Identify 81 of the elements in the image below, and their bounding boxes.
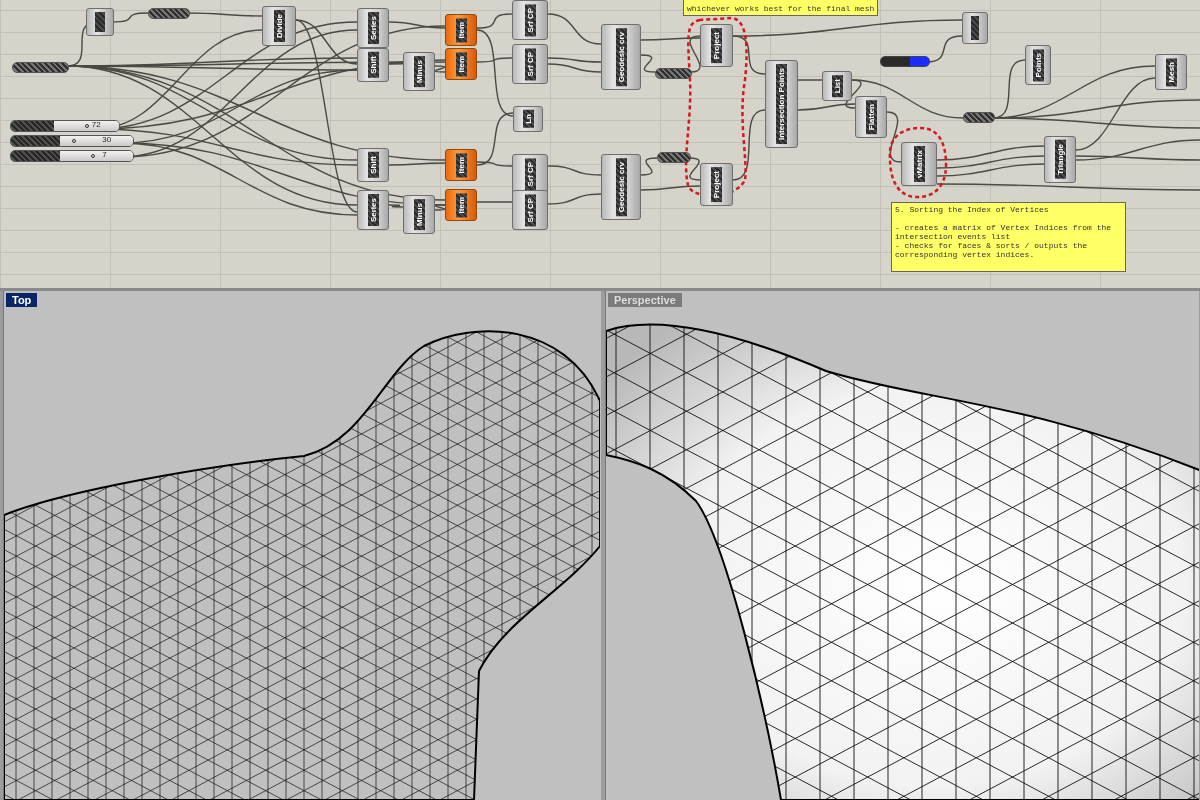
component-node[interactable]: Intersection Points <box>765 60 798 148</box>
component-label: Project <box>711 167 722 203</box>
component-label: Divide <box>273 10 285 42</box>
wire <box>547 193 602 205</box>
wire <box>797 79 823 81</box>
parameter-node[interactable] <box>12 62 69 73</box>
component-node[interactable]: Srf CP <box>512 44 548 85</box>
component-node[interactable]: Minus <box>403 52 435 92</box>
component-label: Item <box>455 18 467 43</box>
component-label: Geodesic crv <box>615 158 627 217</box>
parameter-node[interactable] <box>148 8 190 19</box>
component-label: Ln <box>522 110 534 128</box>
colour-swatch-node[interactable] <box>880 56 930 67</box>
component-label: Srf CP <box>524 158 536 191</box>
component-label: Item <box>455 193 467 218</box>
wire <box>640 157 658 176</box>
parameter-node[interactable] <box>657 152 691 163</box>
component-label: Srf CP <box>524 48 536 81</box>
note-text: - checks for faces & sorts / outputs the <box>895 241 1089 250</box>
parameter-node[interactable] <box>963 112 995 123</box>
component-node[interactable]: Series <box>357 190 389 231</box>
component-node[interactable]: Geodesic crv <box>601 24 641 91</box>
component-node[interactable] <box>86 8 114 36</box>
component-node[interactable]: Project <box>700 163 733 207</box>
component-node[interactable]: Project <box>700 24 733 68</box>
component-label: Geodesic crv <box>615 28 627 87</box>
note-text: intersection events list <box>895 232 1012 241</box>
component-label: List <box>831 75 843 98</box>
wire <box>547 165 602 176</box>
component-label: Series <box>367 194 379 227</box>
component-label: Flatten <box>865 100 877 135</box>
wire <box>476 201 513 203</box>
component-node[interactable]: List <box>822 71 852 102</box>
component-label: Item <box>455 153 467 178</box>
wire <box>732 109 766 181</box>
component-node[interactable]: Series <box>357 8 389 49</box>
component-label: Triangle <box>1054 140 1066 179</box>
component-label: Srf CP <box>524 194 536 227</box>
component-node[interactable]: Triangle <box>1044 136 1076 183</box>
wire <box>688 157 701 181</box>
component-node[interactable]: Divide <box>262 6 296 46</box>
component-label: Series <box>367 12 379 45</box>
component-node[interactable]: Minus <box>403 195 435 235</box>
note-text: corresponding vertex indices. <box>895 250 1036 259</box>
component-node[interactable]: Item <box>445 149 477 182</box>
component-node[interactable]: Srf CP <box>512 190 548 231</box>
component-node[interactable]: Srf CP <box>512 0 548 41</box>
component-node[interactable]: Flatten <box>855 96 887 139</box>
component-label: Points <box>1032 49 1044 82</box>
component-node[interactable]: Mesh <box>1155 54 1187 91</box>
component-node[interactable]: Shift <box>357 48 389 82</box>
note-text: whichever works best for the final mesh <box>687 4 875 13</box>
note-text: - creates a matrix of Vertex Indices from the <box>895 223 1113 232</box>
viewport-title[interactable]: Top <box>6 293 38 307</box>
component-label: Mesh <box>1165 58 1177 87</box>
component-label: Shift <box>367 152 379 178</box>
component-node[interactable]: Item <box>445 189 477 222</box>
component-label: Minus <box>413 56 425 88</box>
component-label: Project <box>711 28 722 64</box>
wire <box>640 54 656 73</box>
component-label: Shift <box>367 52 379 78</box>
note-text: 5. Sorting the Index of Vertices <box>895 205 1050 214</box>
component-label: vMatrix <box>913 146 925 182</box>
parameter-node[interactable] <box>655 68 692 79</box>
component-node[interactable]: Points <box>1025 45 1051 86</box>
number-slider[interactable]: 72 <box>10 120 120 132</box>
component-node[interactable]: Ln <box>513 106 543 132</box>
component-label: Item <box>455 52 467 77</box>
component-node[interactable]: vMatrix <box>901 142 937 186</box>
component-node[interactable] <box>962 12 988 44</box>
component-node[interactable]: Geodesic crv <box>601 154 641 221</box>
wire <box>640 185 701 191</box>
number-slider[interactable]: 30 <box>10 135 134 147</box>
component-label: Srf CP <box>524 4 536 37</box>
component-label: Intersection Points <box>776 64 787 144</box>
component-node[interactable]: Item <box>445 48 477 81</box>
number-slider[interactable]: 7 <box>10 150 134 162</box>
component-node[interactable]: Item <box>445 14 477 47</box>
wire <box>547 13 602 45</box>
component-node[interactable]: Shift <box>357 148 389 182</box>
component-label: Minus <box>413 199 425 231</box>
